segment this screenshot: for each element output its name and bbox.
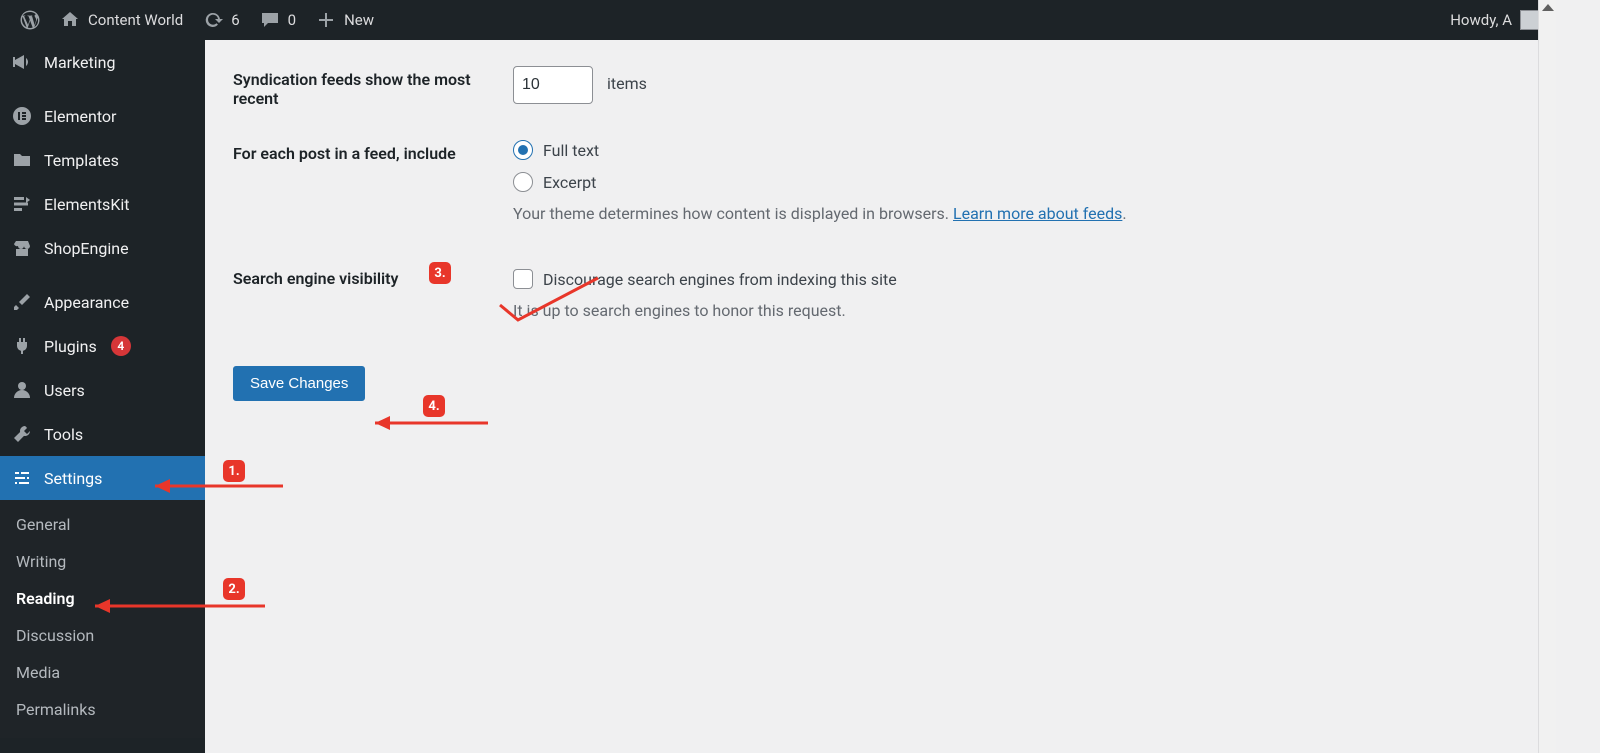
home-icon — [60, 10, 80, 30]
learn-more-feeds-link[interactable]: Learn more about feeds — [953, 204, 1122, 223]
admin-menu: Marketing Elementor Templates ElementsKi… — [0, 40, 205, 753]
wrench-icon — [12, 424, 32, 444]
link-text: Learn more about feeds — [953, 204, 1122, 223]
new-label: New — [344, 11, 374, 29]
sidebar-item-plugins[interactable]: Plugins 4 — [0, 324, 205, 368]
elementor-icon — [12, 106, 32, 126]
sidebar-item-label: ShopEngine — [44, 239, 129, 258]
submenu-label: Permalinks — [16, 700, 96, 719]
sidebar-item-label: Appearance — [44, 293, 129, 312]
sidebar-item-appearance[interactable]: Appearance — [0, 280, 205, 324]
updates-count: 6 — [231, 11, 239, 29]
wp-logo[interactable] — [10, 0, 50, 40]
sidebar-item-label: ElementsKit — [44, 195, 129, 214]
comments-count: 0 — [288, 11, 296, 29]
sidebar-item-elementskit[interactable]: ElementsKit — [0, 182, 205, 226]
sidebar-item-settings[interactable]: Settings — [0, 456, 205, 500]
submenu-item-reading[interactable]: Reading — [0, 580, 205, 617]
elementskit-icon — [12, 194, 32, 214]
shop-icon — [12, 238, 32, 258]
folder-icon — [12, 150, 32, 170]
sidebar-item-templates[interactable]: Templates — [0, 138, 205, 182]
comment-icon — [260, 10, 280, 30]
feed-fulltext-label: Full text — [543, 141, 599, 160]
admin-bar: Content World 6 0 New Howdy, A — [0, 0, 1556, 40]
sev-checkbox[interactable] — [513, 269, 533, 289]
feed-excerpt-radio[interactable] — [513, 172, 533, 192]
sidebar-item-label: Users — [44, 381, 85, 400]
submenu-item-discussion[interactable]: Discussion — [0, 617, 205, 654]
feed-desc-text: Your theme determines how content is dis… — [513, 204, 953, 223]
sidebar-item-label: Plugins — [44, 337, 97, 356]
sidebar-item-marketing[interactable]: Marketing — [0, 40, 205, 84]
submenu-item-writing[interactable]: Writing — [0, 543, 205, 580]
avatar — [1520, 10, 1540, 30]
sev-desc: It is up to search engines to honor this… — [513, 301, 1528, 320]
sidebar-item-label: Settings — [44, 469, 102, 488]
syndication-suffix: items — [607, 74, 647, 93]
sidebar-item-elementor[interactable]: Elementor — [0, 94, 205, 138]
plugin-icon — [12, 336, 32, 356]
howdy-text: Howdy, A — [1450, 11, 1512, 29]
submenu-label: Media — [16, 663, 60, 682]
settings-content: Syndication feeds show the most recent i… — [205, 40, 1556, 753]
howdy-account[interactable]: Howdy, A — [1450, 10, 1546, 30]
updates-link[interactable]: 6 — [193, 0, 249, 40]
sliders-icon — [12, 468, 32, 488]
sev-label: Search engine visibility — [233, 241, 513, 338]
site-name-link[interactable]: Content World — [50, 0, 193, 40]
submenu-item-media[interactable]: Media — [0, 654, 205, 691]
sidebar-item-label: Templates — [44, 151, 119, 170]
feed-excerpt-label: Excerpt — [543, 173, 596, 192]
comments-link[interactable]: 0 — [250, 0, 306, 40]
brush-icon — [12, 292, 32, 312]
sidebar-item-label: Tools — [44, 425, 83, 444]
site-name-text: Content World — [88, 11, 183, 29]
sidebar-item-label: Elementor — [44, 107, 116, 126]
syndication-input[interactable] — [513, 66, 593, 104]
sidebar-item-shopengine[interactable]: ShopEngine — [0, 226, 205, 270]
submenu-label: Discussion — [16, 626, 94, 645]
save-button[interactable]: Save Changes — [233, 366, 365, 401]
settings-submenu: General Writing Reading Discussion Media… — [0, 500, 205, 738]
megaphone-icon — [12, 52, 32, 72]
sidebar-item-label: Marketing — [44, 53, 115, 72]
save-button-label: Save Changes — [250, 375, 348, 392]
sev-checkbox-label: Discourage search engines from indexing … — [543, 270, 897, 289]
submenu-label: Reading — [16, 589, 75, 608]
new-content-link[interactable]: New — [306, 0, 384, 40]
feed-include-label: For each post in a feed, include — [233, 126, 513, 241]
submenu-label: Writing — [16, 552, 66, 571]
plus-icon — [316, 10, 336, 30]
wordpress-icon — [20, 10, 40, 30]
submenu-item-permalinks[interactable]: Permalinks — [0, 691, 205, 728]
plugins-update-badge: 4 — [111, 336, 131, 356]
page-scrollbar[interactable] — [1538, 0, 1556, 753]
update-icon — [203, 10, 223, 30]
sidebar-item-users[interactable]: Users — [0, 368, 205, 412]
submenu-item-general[interactable]: General — [0, 506, 205, 543]
user-icon — [12, 380, 32, 400]
syndication-label: Syndication feeds show the most recent — [233, 52, 513, 126]
sidebar-item-tools[interactable]: Tools — [0, 412, 205, 456]
feed-fulltext-radio[interactable] — [513, 140, 533, 160]
submenu-label: General — [16, 515, 70, 534]
